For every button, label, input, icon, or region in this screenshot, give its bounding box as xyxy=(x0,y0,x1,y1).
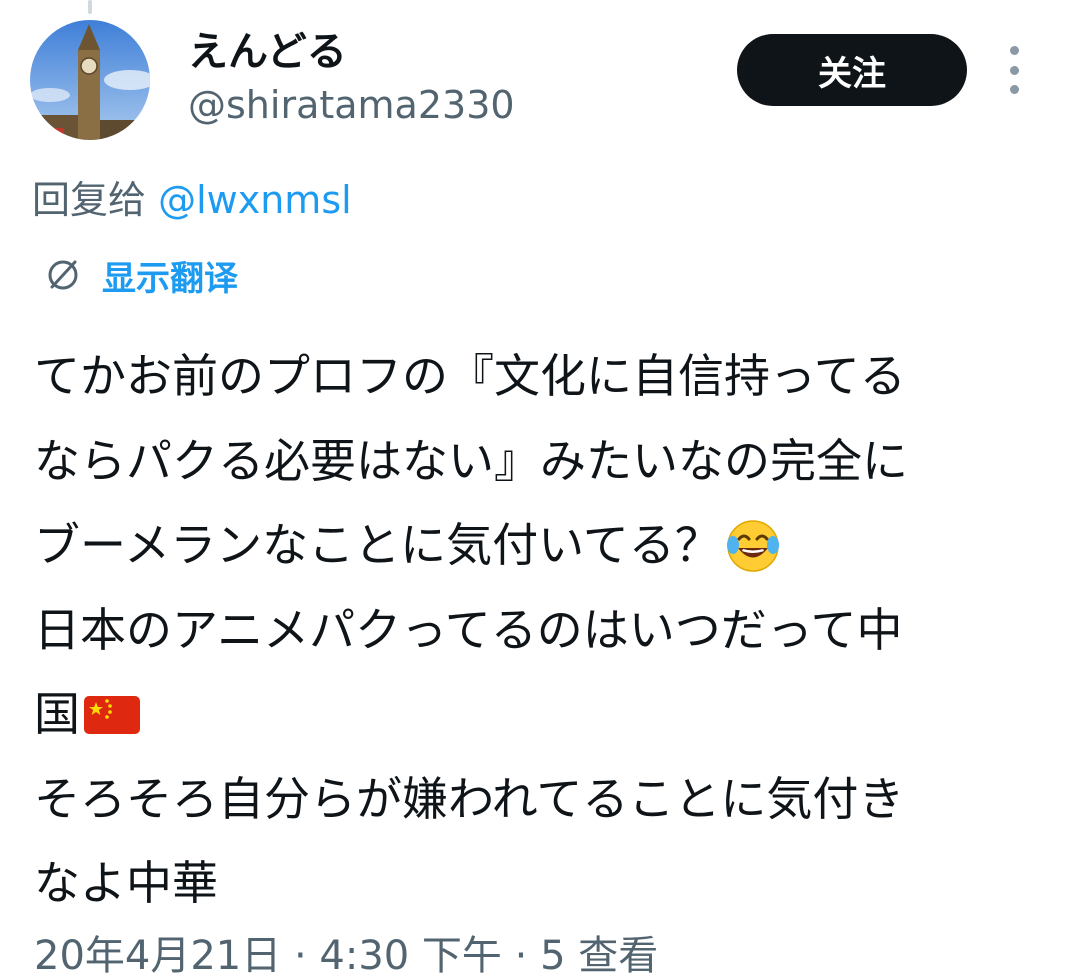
tweet-timestamp[interactable]: 20年4月21日 · 4:30 下午 · 5 查看 xyxy=(34,932,658,980)
tweet-line: そろそろ自分らが嫌われてることに気付き xyxy=(34,757,1034,842)
more-vertical-icon-dot xyxy=(1009,85,1019,94)
tweet-line-text: 国 xyxy=(34,687,80,741)
tweet-line-text: 日本のアニメパクってるのはいつだって中 xyxy=(34,602,903,657)
tweet-line: ならパクる必要はない』みたいなの完全に xyxy=(34,419,1034,504)
author-handle[interactable]: @shiratama2330 xyxy=(188,82,515,128)
tweet-line-text: そろそろ自分らが嫌われてることに気付き xyxy=(34,771,905,826)
tweet-line: 日本のアニメパクってるのはいつだって中 xyxy=(34,588,1034,673)
more-options-button[interactable] xyxy=(1000,46,1028,94)
reply-mention-link[interactable]: @lwxnmsl xyxy=(158,178,352,222)
tweet-line: ブーメランなことに気付いてる？ xyxy=(34,503,1034,588)
tweet-line: 国 xyxy=(34,672,1034,757)
avatar[interactable] xyxy=(30,20,150,140)
show-translation-label: 显示翻译 xyxy=(102,258,238,299)
reply-prefix: 回复给 xyxy=(32,178,159,222)
translate-globe-icon xyxy=(48,260,78,290)
show-translation-button[interactable]: 显示翻译 xyxy=(44,252,238,299)
avatar-image xyxy=(30,20,150,140)
tweet-line-text: なよ中華 xyxy=(34,856,218,910)
follow-button[interactable]: 关注 xyxy=(737,34,967,106)
face-with-tears-of-joy-icon xyxy=(723,515,783,575)
tweet-line: なよ中華 xyxy=(34,841,1034,926)
author-display-name[interactable]: えんどる xyxy=(188,28,347,76)
thread-connector-line xyxy=(88,0,92,14)
tweet-line-text: ならパクる必要はない』みたいなの完全に xyxy=(34,433,908,488)
tweet-line-text: ブーメランなことに気付いてる？ xyxy=(34,518,721,572)
tweet-line: てかお前のプロフの『文化に自信持ってる xyxy=(34,334,1034,419)
more-vertical-icon xyxy=(1009,46,1019,55)
reply-context: 回复给 @lwxnmsl xyxy=(32,176,352,224)
more-vertical-icon-dot xyxy=(1009,65,1019,75)
china-flag-icon xyxy=(82,684,142,744)
tweet-line-text: てかお前のプロフの『文化に自信持ってる xyxy=(34,349,906,403)
tweet-text: てかお前のプロフの『文化に自信持ってる ならパクる必要はない』みたいなの完全に … xyxy=(34,334,1034,926)
